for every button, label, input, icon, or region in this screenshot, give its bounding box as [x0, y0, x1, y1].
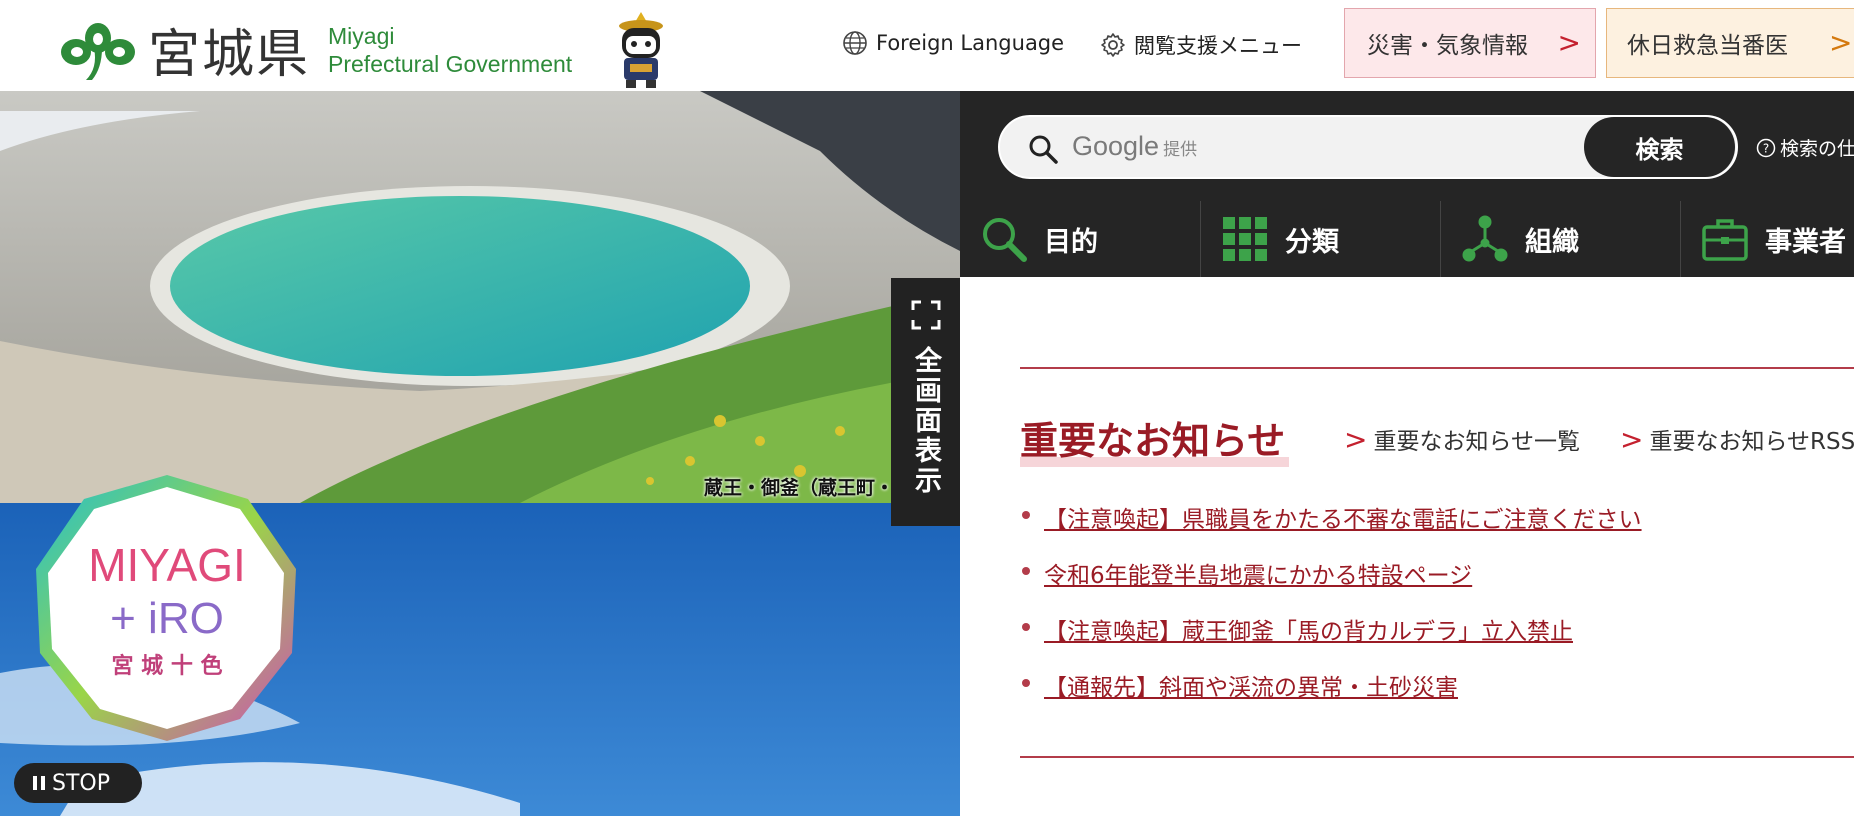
- nav-label-category: 分類: [1285, 226, 1339, 258]
- site-header: 宮城県 Miyagi Prefectural Government Foreig…: [0, 0, 1854, 91]
- nav-item-purpose[interactable]: 目的: [960, 201, 1200, 277]
- list-item: 【通報先】斜面や渓流の異常・土砂災害: [1020, 668, 1642, 724]
- chevron-right-icon: >: [1557, 26, 1581, 59]
- chevron-right-icon: >: [1829, 26, 1853, 59]
- search-submit-button[interactable]: 検索: [1584, 117, 1735, 177]
- accessibility-menu-link[interactable]: 閲覧支援メニュー: [1100, 30, 1302, 60]
- notice-link[interactable]: 【通報先】斜面や渓流の異常・土砂災害: [1044, 675, 1458, 701]
- help-icon: ?: [1756, 138, 1776, 157]
- site-logo[interactable]: 宮城県 Miyagi Prefectural Government: [58, 12, 572, 87]
- nav-label-business: 事業者: [1765, 226, 1846, 258]
- fullscreen-label: 全画面表示: [910, 346, 941, 496]
- search-help-label: 検索の仕: [1780, 138, 1854, 160]
- magnifier-icon: [983, 218, 1027, 262]
- mascot-icon: [619, 12, 663, 88]
- placeholder-suffix: 提供: [1163, 140, 1198, 159]
- disaster-weather-label: 災害・気象情報: [1367, 33, 1528, 59]
- chevron-right-icon: >: [1620, 422, 1644, 456]
- expand-icon: [911, 300, 940, 330]
- accessibility-menu-label: 閲覧支援メニュー: [1134, 34, 1302, 58]
- org-chart-icon: [1462, 215, 1508, 262]
- disaster-weather-button[interactable]: 災害・気象情報 >: [1344, 8, 1596, 78]
- stop-label: STOP: [52, 770, 110, 796]
- briefcase-icon: [1702, 219, 1748, 261]
- badge-line2: + iRO: [110, 594, 224, 643]
- logo-english: Miyagi Prefectural Government: [328, 22, 572, 78]
- notices-rss-link[interactable]: > 重要なお知らせRSS: [1620, 422, 1854, 456]
- foreign-language-link[interactable]: Foreign Language: [842, 30, 1064, 56]
- notices-rss-label: 重要なお知らせRSS: [1649, 429, 1854, 455]
- badge-line3: 宮 城 十 色: [112, 653, 223, 679]
- pause-icon: [33, 776, 45, 790]
- list-item: 【注意喚起】県職員をかたる不審な電話にご注意ください: [1020, 500, 1642, 556]
- holiday-doctor-button[interactable]: 休日救急当番医 >: [1606, 8, 1854, 78]
- badge-line1: MIYAGI: [88, 539, 246, 591]
- notices-list-link[interactable]: > 重要なお知らせ一覧: [1344, 422, 1580, 456]
- nav-label-organization: 組織: [1525, 226, 1579, 258]
- logo-kanji: 宮城県: [148, 25, 311, 85]
- search-icon: [1029, 135, 1058, 164]
- notice-link[interactable]: 【注意喚起】県職員をかたる不審な電話にご注意ください: [1044, 507, 1642, 533]
- gear-icon: [1101, 33, 1125, 57]
- holiday-doctor-label: 休日救急当番医: [1627, 33, 1788, 59]
- bullet: [1022, 679, 1030, 687]
- photo-caption: 蔵王・御釜（蔵王町・川: [704, 477, 914, 499]
- search-help-link[interactable]: ? 検索の仕: [1756, 134, 1854, 161]
- divider: [1020, 756, 1854, 758]
- list-item: 令和6年能登半島地震にかかる特設ページ: [1020, 556, 1642, 612]
- list-item: 【注意喚起】蔵王御釜「馬の背カルデラ」立入禁止: [1020, 612, 1642, 668]
- notice-link[interactable]: 【注意喚起】蔵王御釜「馬の背カルデラ」立入禁止: [1044, 619, 1573, 645]
- placeholder-brand: Google: [1072, 131, 1160, 161]
- miyagi-iro-badge[interactable]: MIYAGI + iRO 宮 城 十 色: [30, 471, 304, 745]
- fullscreen-button[interactable]: 全画面表示: [891, 278, 960, 526]
- grid-icon: [1223, 217, 1267, 261]
- notice-link[interactable]: 令和6年能登半島地震にかかる特設ページ: [1044, 563, 1472, 589]
- okama-crater-photo: [0, 91, 960, 503]
- bullet: [1022, 511, 1030, 519]
- search-placeholder: Google 提供: [1072, 131, 1197, 162]
- globe-icon: [843, 31, 867, 55]
- main-nav: 目的 分類 組織 事業者: [960, 201, 1854, 277]
- notices-list: 【注意喚起】県職員をかたる不審な電話にご注意ください 令和6年能登半島地震にかか…: [1020, 500, 1642, 724]
- bullet: [1022, 567, 1030, 575]
- nav-item-organization[interactable]: 組織: [1440, 201, 1680, 277]
- chevron-right-icon: >: [1344, 422, 1368, 456]
- foreign-language-label: Foreign Language: [876, 31, 1065, 55]
- important-notices-heading: 重要なお知らせ: [1020, 410, 1290, 467]
- nav-item-category[interactable]: 分類: [1200, 201, 1440, 277]
- slideshow-stop-button[interactable]: STOP: [14, 763, 142, 803]
- logo-en-line2: Prefectural Government: [328, 50, 573, 77]
- notices-list-label: 重要なお知らせ一覧: [1373, 429, 1581, 455]
- bullet: [1022, 623, 1030, 631]
- hero-slideshow: 蔵王・御釜（蔵王町・川 全画面表示 MIYAGI + iRO 宮 城 十 色 S…: [0, 91, 960, 816]
- svg-text:?: ?: [1763, 141, 1769, 155]
- divider: [1020, 367, 1854, 369]
- nav-item-business[interactable]: 事業者: [1680, 201, 1854, 277]
- logo-en-line1: Miyagi: [328, 22, 395, 49]
- nav-label-purpose: 目的: [1044, 226, 1098, 258]
- miyagi-emblem-icon: [61, 22, 135, 80]
